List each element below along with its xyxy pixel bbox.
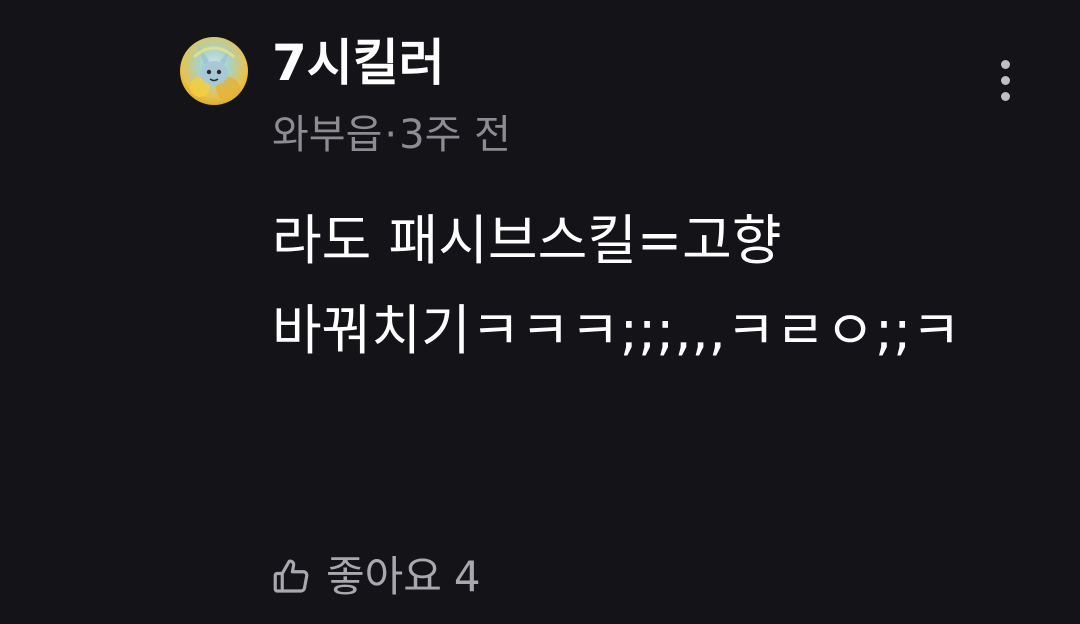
thumbs-up-icon (273, 559, 309, 593)
character-avatar-icon (190, 45, 240, 101)
avatar[interactable] (180, 37, 248, 105)
like-count: 4 (453, 552, 481, 601)
author-handle: 와부읍 (272, 112, 383, 158)
comment-time: 3주 전 (399, 112, 511, 158)
comment-meta: 와부읍·3주 전 (272, 105, 511, 165)
author-name[interactable]: 7시킬러 (272, 28, 445, 98)
more-options-button[interactable] (986, 50, 1030, 110)
like-label: 좋아요 (326, 552, 442, 601)
comment-item: 7시킬러 와부읍·3주 전 라도 패시브스킬=고향 바꿔치기ㅋㅋㅋ;;;,,,ㅋ… (0, 0, 1080, 624)
like-button[interactable]: 좋아요 4 (270, 545, 481, 609)
comment-text: 라도 패시브스킬=고향 바꿔치기ㅋㅋㅋ;;;,,,ㅋㄹㅇ;;ㅋ (272, 209, 961, 362)
meta-separator: · (384, 112, 398, 158)
